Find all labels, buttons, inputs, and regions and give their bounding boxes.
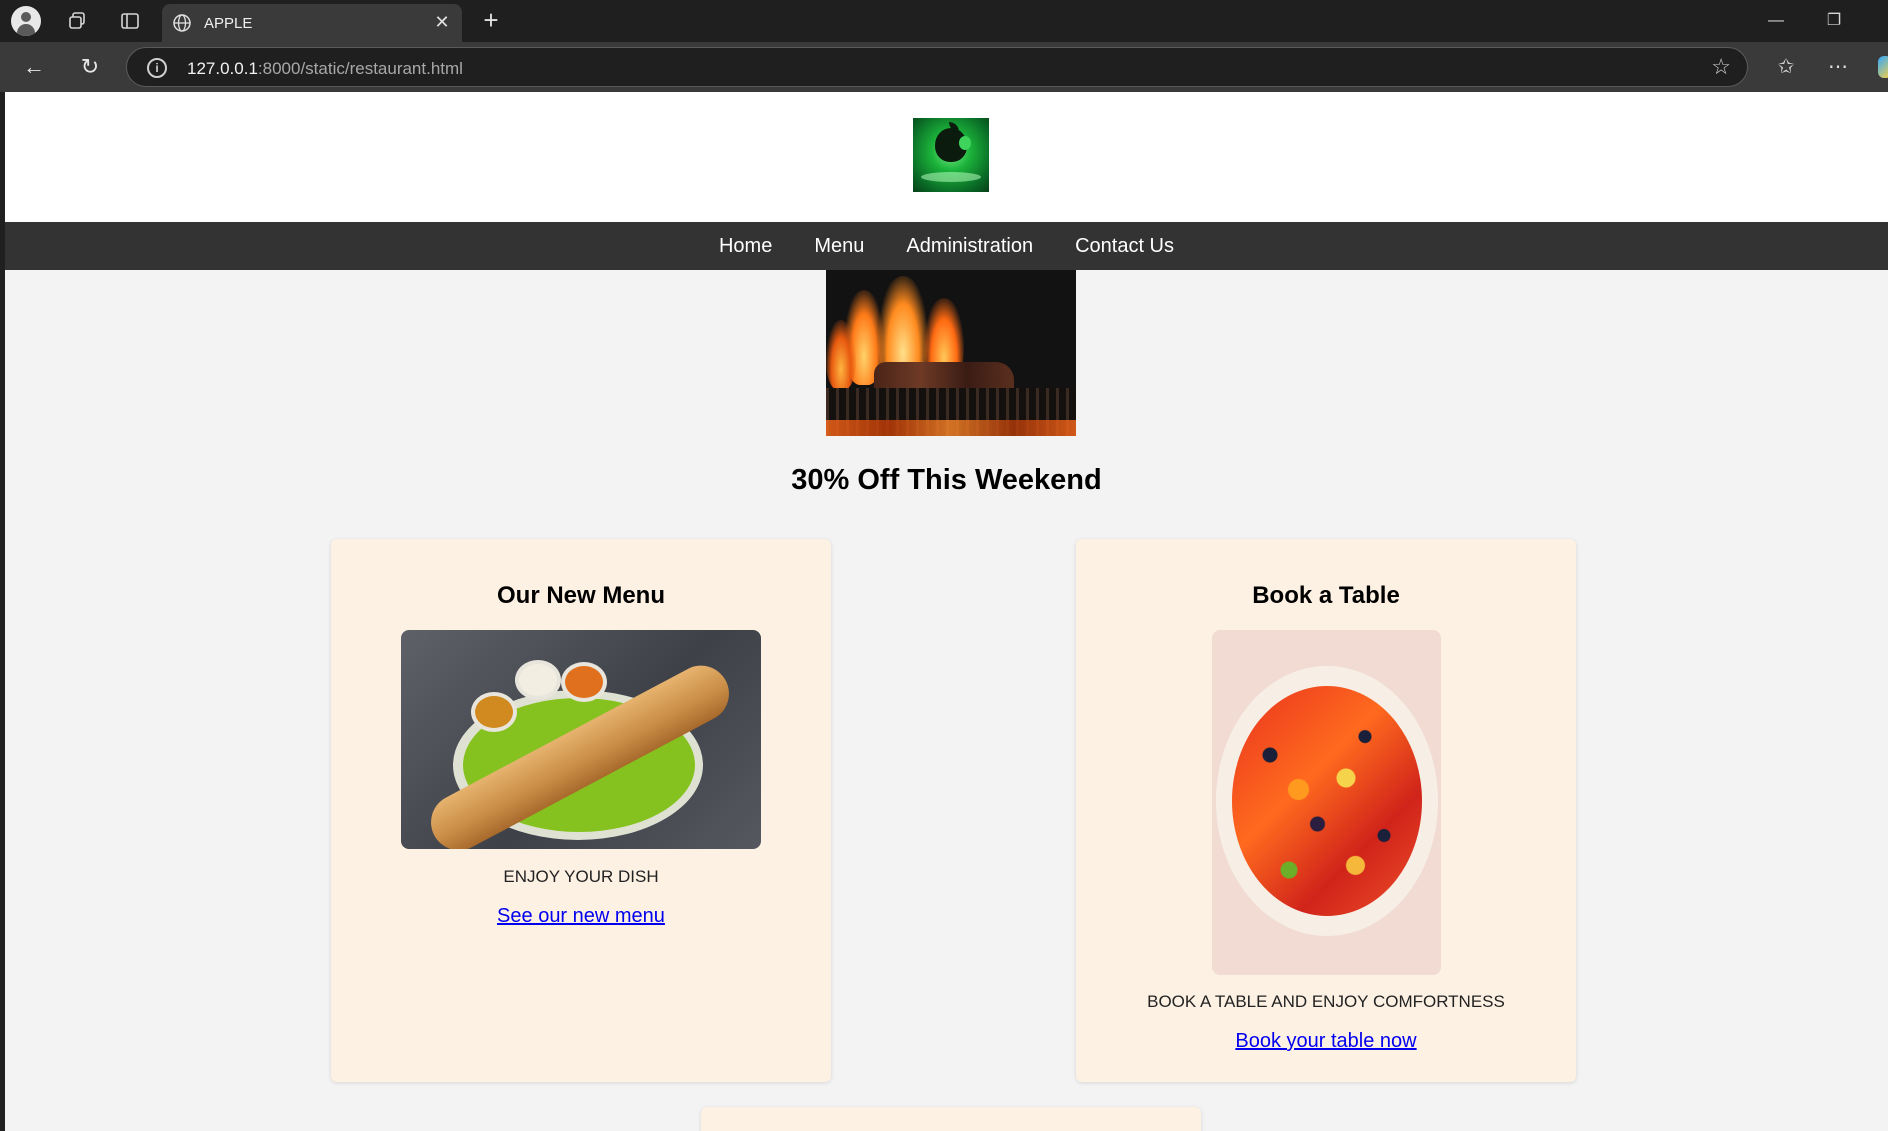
site-nav: Home Menu Administration Contact Us: [5, 222, 1888, 270]
menu-card-title: Our New Menu: [496, 582, 665, 609]
refresh-icon[interactable]: ↻: [74, 52, 106, 82]
back-icon[interactable]: ←: [18, 52, 50, 82]
book-table-link[interactable]: Book your table now: [1076, 1030, 1576, 1053]
apple-logo: [913, 118, 989, 192]
restore-icon[interactable]: ❐: [1814, 8, 1854, 34]
workspaces-icon[interactable]: [63, 8, 91, 34]
favorites-icon[interactable]: ✩: [1770, 52, 1802, 82]
browser-toolbar: ← ↻ i 127.0.0.1:8000/static/restaurant.h…: [0, 42, 1888, 92]
globe-icon: [173, 14, 191, 32]
copilot-icon[interactable]: [1878, 56, 1888, 78]
hero-grill-image: [826, 270, 1076, 436]
profile-icon[interactable]: [11, 6, 41, 36]
browser-tab[interactable]: APPLE ✕: [162, 4, 462, 42]
promo-heading: 30% Off This Weekend: [791, 464, 1102, 496]
menu-card-description: ENJOY YOUR DISH: [503, 867, 659, 886]
nav-menu[interactable]: Menu: [793, 222, 885, 270]
browser-titlebar: APPLE ✕ + — ❐: [0, 0, 1888, 42]
see-menu-link[interactable]: See our new menu: [331, 905, 831, 928]
nav-administration[interactable]: Administration: [885, 222, 1054, 270]
minimize-icon[interactable]: —: [1756, 8, 1796, 34]
tab-actions-icon[interactable]: [116, 8, 144, 34]
third-card: [701, 1107, 1201, 1131]
new-tab-button[interactable]: +: [476, 6, 506, 36]
more-icon[interactable]: ⋯: [1822, 52, 1854, 82]
nav-home[interactable]: Home: [698, 222, 793, 270]
url-text[interactable]: 127.0.0.1:8000/static/restaurant.html: [187, 59, 463, 79]
book-table-card: Book a Table BOOK A TABLE AND ENJOY COMF…: [1076, 539, 1576, 1082]
fruit-salad-image: [1212, 630, 1441, 975]
favorite-star-icon[interactable]: ☆: [1711, 54, 1731, 80]
book-table-card-title: Book a Table: [1252, 582, 1400, 609]
info-icon[interactable]: i: [147, 58, 167, 78]
book-table-card-description: BOOK A TABLE AND ENJOY COMFORTNESS: [1147, 992, 1505, 1011]
dosa-image: [401, 630, 761, 849]
site-header: [5, 92, 1888, 222]
page-viewport: Home Menu Administration Contact Us 30% …: [5, 92, 1888, 1131]
tab-title: APPLE: [204, 15, 253, 32]
close-icon[interactable]: ✕: [432, 12, 452, 32]
menu-card: Our New Menu ENJOY YOUR DISH See our new…: [331, 539, 831, 1082]
address-bar[interactable]: i 127.0.0.1:8000/static/restaurant.html …: [126, 47, 1748, 87]
nav-contact-us[interactable]: Contact Us: [1054, 222, 1195, 270]
